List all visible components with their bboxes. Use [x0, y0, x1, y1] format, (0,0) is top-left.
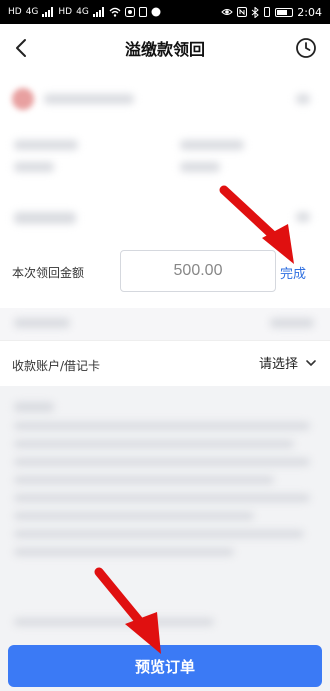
bank-logo: [12, 88, 34, 110]
blurred-text-right: [270, 318, 314, 328]
blurred-note-line: [14, 440, 294, 448]
battery-icon: [275, 7, 294, 17]
blurred-note-title: [14, 402, 54, 412]
amount-label: 本次领回金额: [12, 266, 85, 280]
battery-level: [277, 9, 288, 15]
blurred-value-1: [14, 162, 54, 172]
app-icon: [151, 7, 161, 17]
blurred-note-line: [14, 494, 310, 502]
clock-icon[interactable]: [294, 36, 318, 60]
blurred-text-left: [14, 318, 70, 328]
blurred-label-3: [14, 212, 76, 224]
blurred-note-line: [14, 458, 310, 466]
account-label: 收款账户/借记卡: [12, 359, 101, 373]
hd-indicator-2: HD: [58, 6, 73, 17]
blurred-note-line: [14, 530, 304, 538]
network-type-2: 4G: [76, 6, 89, 17]
back-arrow-icon[interactable]: [10, 36, 34, 60]
wifi-icon: [109, 7, 121, 17]
amount-input[interactable]: [120, 250, 276, 292]
signal-icon-2: [92, 7, 104, 17]
account-row[interactable]: 收款账户/借记卡 请选择: [0, 340, 330, 386]
blurred-note-line: [14, 422, 310, 430]
blurred-chevron-2: [296, 212, 310, 222]
status-bar: HD 4G HD 4G 2:04: [0, 0, 330, 24]
nfc-icon: [237, 7, 248, 17]
bluetooth-icon: [251, 6, 260, 18]
signal-icon: [42, 7, 54, 17]
blurred-label-1: [14, 140, 78, 150]
status-time: 2:04: [297, 5, 322, 19]
network-type: 4G: [25, 6, 39, 17]
status-bar-left: HD 4G HD 4G: [8, 7, 161, 17]
blurred-agreement-line: [14, 618, 214, 626]
chevron-down-icon: [306, 359, 316, 366]
notes-blurred: [0, 386, 330, 636]
nav-bar: 溢缴款领回: [0, 24, 330, 72]
card-info-blurred: [0, 72, 330, 238]
blurred-value-2: [180, 162, 220, 172]
status-bar-right: 2:04: [221, 6, 322, 19]
account-select-text: 请选择: [258, 357, 298, 372]
blurred-note-line: [14, 548, 234, 556]
sim-icon: [138, 7, 147, 17]
blurred-note-line: [14, 476, 274, 484]
blurred-chevron: [296, 94, 310, 104]
eye-icon: [221, 9, 234, 15]
blurred-card-name: [44, 94, 134, 104]
done-button[interactable]: 完成: [280, 263, 306, 282]
blurred-label-2: [180, 140, 244, 150]
blurred-note-line: [14, 512, 254, 520]
account-select[interactable]: 请选择: [259, 353, 318, 372]
blurred-info-band: [0, 308, 330, 340]
preview-order-button[interactable]: 预览订单: [8, 645, 322, 687]
page-title: 溢缴款领回: [124, 40, 205, 59]
hd-indicator: HD: [8, 6, 22, 17]
app-notification-icon: [124, 7, 135, 17]
amount-row: 本次领回金额 完成: [0, 238, 330, 308]
vibrate-icon: [264, 7, 271, 17]
